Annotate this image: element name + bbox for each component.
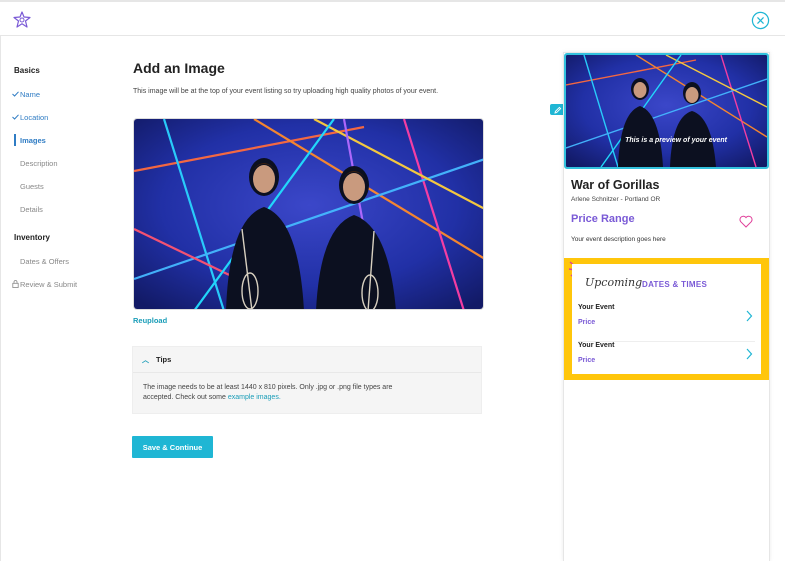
price-range: Price Range: [571, 213, 635, 225]
tips-heading: Tips: [156, 355, 172, 364]
sidebar-item-description[interactable]: Description: [10, 157, 58, 169]
close-icon[interactable]: [751, 11, 770, 30]
event-image: [133, 118, 484, 310]
check-icon: [10, 91, 20, 97]
tips-toggle[interactable]: ︿ Tips: [133, 347, 481, 373]
tips-text-line1: The image needs to be at least 1440 x 81…: [143, 384, 393, 391]
check-icon: [10, 114, 20, 120]
sidebar-item-images[interactable]: Images: [10, 134, 46, 146]
sidebar-item-review-submit[interactable]: Review & Submit: [10, 278, 77, 290]
tips-panel: ︿ Tips The image needs to be at least 14…: [132, 346, 482, 414]
sidebar-nav: Basics Name Location Images Description …: [0, 36, 118, 561]
sidebar-item-name[interactable]: Name: [10, 88, 40, 100]
date-row-price: Price: [578, 319, 596, 326]
date-row-price: Price: [578, 357, 596, 364]
top-bar: [0, 0, 785, 36]
pencil-icon: [554, 106, 562, 114]
sidebar-item-guests[interactable]: Guests: [10, 180, 44, 192]
reupload-link[interactable]: Reupload: [133, 316, 167, 325]
chevron-right-icon: [746, 310, 753, 322]
sidebar-item-label: Guests: [20, 181, 44, 191]
sidebar-item-label: Location: [20, 112, 49, 122]
chevron-up-icon: ︿: [142, 356, 149, 364]
flower-logo-icon[interactable]: [12, 10, 32, 30]
heart-icon[interactable]: [739, 215, 753, 228]
date-row-event: Your Event: [578, 342, 615, 349]
upcoming-label: Upcoming: [585, 276, 643, 289]
example-images-link[interactable]: example images.: [228, 394, 281, 401]
sidebar-item-label: Details: [20, 204, 43, 214]
sidebar-item-label: Images: [20, 135, 46, 145]
event-preview-card: This is a preview of your event War of G…: [563, 52, 770, 561]
preview-caption: This is a preview of your event: [625, 137, 727, 144]
event-title: War of Gorillas: [571, 178, 660, 192]
page-description: This image will be at the top of your ev…: [133, 88, 439, 95]
sidebar-item-label: Dates & Offers: [20, 256, 70, 266]
date-row-event: Your Event: [578, 304, 615, 311]
chevron-right-icon: [746, 348, 753, 360]
sidebar-group-basics: Basics: [14, 66, 40, 75]
event-description: Your event description goes here: [571, 236, 666, 243]
date-row[interactable]: Your Event Price: [578, 302, 755, 336]
tips-body: The image needs to be at least 1440 x 81…: [133, 373, 481, 403]
dates-times-label: DATES & TIMES: [642, 280, 708, 289]
save-continue-button[interactable]: Save & Continue: [132, 436, 213, 458]
sidebar-item-dates-offers[interactable]: Dates & Offers: [10, 255, 69, 267]
event-venue: Arlene Schnitzer - Portland OR: [571, 196, 661, 203]
sidebar-item-location[interactable]: Location: [10, 111, 48, 123]
tips-text-line2: accepted. Check out some: [143, 394, 226, 401]
lock-icon: [10, 280, 20, 288]
dates-card: Upcoming DATES & TIMES Your Event Price …: [572, 264, 761, 374]
sidebar-item-details[interactable]: Details: [10, 203, 43, 215]
sidebar-item-label: Name: [20, 89, 41, 99]
page-title: Add an Image: [133, 60, 225, 76]
sidebar-item-label: Description: [20, 158, 58, 168]
date-row[interactable]: Your Event Price: [578, 340, 755, 374]
dates-section: Upcoming DATES & TIMES Your Event Price …: [564, 258, 769, 380]
sidebar-group-inventory: Inventory: [14, 233, 51, 242]
preview-image: [564, 53, 769, 169]
sidebar-item-label: Review & Submit: [20, 279, 78, 289]
